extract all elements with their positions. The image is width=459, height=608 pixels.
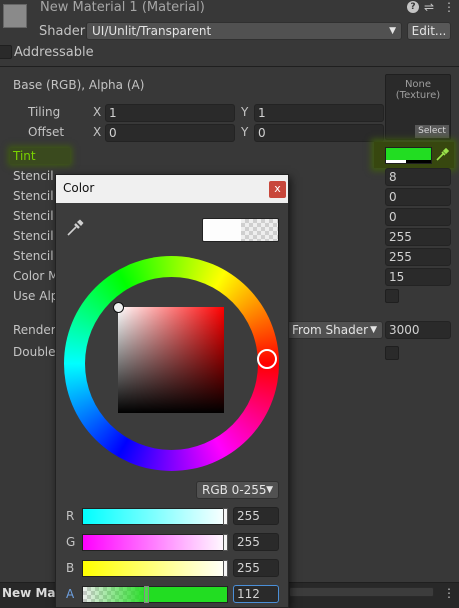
tiling-x-field[interactable]: 1 — [105, 104, 235, 122]
stencil-write-mask-field[interactable]: 255 — [385, 228, 451, 246]
b-value-field[interactable]: 255 — [233, 559, 279, 577]
render-queue-dropdown-value: From Shader — [292, 323, 369, 337]
tint-alpha-bar — [386, 160, 406, 163]
texture-label: Base (RGB), Alpha (A) — [13, 78, 145, 92]
chevron-down-icon: ▼ — [389, 26, 396, 36]
color-preview-solid — [203, 219, 241, 241]
a-slider-handle[interactable] — [144, 586, 149, 603]
stencil-op-label: Stencil — [13, 209, 54, 223]
double-sided-gi-label: Double — [13, 345, 56, 359]
close-button[interactable]: x — [269, 181, 286, 198]
a-value-field[interactable]: 112 — [233, 585, 279, 603]
preview-scrollbar[interactable] — [289, 587, 434, 597]
offset-x-field[interactable]: 0 — [105, 124, 235, 142]
a-channel-label: A — [66, 587, 75, 601]
g-channel-label: G — [66, 535, 76, 549]
tint-label: Tint — [13, 149, 36, 163]
g-value-field[interactable]: 255 — [233, 533, 279, 551]
eyedropper-icon[interactable] — [435, 147, 450, 162]
color-preview-swatch — [202, 218, 279, 242]
stencil-read-mask-field[interactable]: 255 — [385, 248, 451, 266]
close-icon: x — [274, 182, 281, 195]
addressable-label: Addressable — [14, 45, 94, 60]
sv-handle[interactable] — [113, 302, 124, 313]
color-picker-window: Color x RGB 0-255 ▼ R 255 G 255 B 255 A — [55, 174, 289, 608]
tint-alpha-bar-rest — [406, 160, 431, 163]
chevron-down-icon: ▼ — [370, 325, 377, 335]
b-slider[interactable] — [82, 560, 228, 577]
render-queue-dropdown[interactable]: From Shader ▼ — [286, 321, 383, 339]
stencil-comp-label: Stencil — [13, 169, 54, 183]
texture-slot[interactable]: None (Texture) Select — [385, 74, 451, 140]
tiling-label: Tiling — [28, 105, 61, 119]
color-preview-alpha — [241, 219, 278, 241]
r-value-field[interactable]: 255 — [233, 507, 279, 525]
tiling-y-field[interactable]: 1 — [254, 104, 384, 122]
render-queue-field[interactable]: 3000 — [385, 321, 451, 339]
shader-dropdown[interactable]: UI/Unlit/Transparent ▼ — [86, 22, 402, 40]
r-slider-handle[interactable] — [223, 508, 228, 525]
shader-label: Shader — [39, 24, 86, 39]
color-mask-label: Color M — [13, 269, 59, 283]
stencil-id-field[interactable]: 0 — [385, 188, 451, 206]
tiling-y-label: Y — [241, 105, 249, 119]
stencil-op-field[interactable]: 0 — [385, 208, 451, 226]
color-picker-titlebar[interactable]: Color x — [56, 175, 288, 203]
kebab-menu-icon[interactable]: ⋮ — [443, 0, 455, 14]
texture-select-button[interactable]: Select — [415, 125, 449, 138]
r-slider[interactable] — [82, 508, 228, 525]
use-alpha-clip-toggle[interactable] — [385, 289, 399, 303]
shader-dropdown-value: UI/Unlit/Transparent — [92, 24, 212, 38]
eyedropper-icon[interactable] — [66, 219, 84, 237]
stencil-read-mask-label: Stencil — [13, 249, 54, 263]
offset-x-label: X — [93, 125, 102, 139]
help-icon[interactable]: ? — [407, 1, 419, 13]
tint-color-swatch[interactable] — [385, 147, 432, 164]
offset-label: Offset — [28, 125, 65, 139]
use-alpha-clip-label: Use Alp — [13, 289, 59, 303]
material-title: New Material 1 (Material) — [40, 0, 205, 15]
color-mask-field[interactable]: 15 — [385, 268, 451, 286]
double-sided-gi-toggle[interactable] — [385, 346, 399, 360]
chevron-down-icon: ▼ — [266, 485, 273, 495]
edit-shader-button[interactable]: Edit... — [407, 22, 451, 40]
hue-handle[interactable] — [257, 349, 277, 369]
offset-y-label: Y — [241, 125, 249, 139]
g-slider-handle[interactable] — [223, 534, 228, 551]
material-icon — [3, 4, 27, 28]
kebab-menu-icon[interactable]: ⋮ — [443, 586, 455, 600]
stencil-write-mask-label: Stencil — [13, 229, 54, 243]
g-slider[interactable] — [82, 534, 228, 551]
addressable-toggle[interactable] — [0, 45, 12, 59]
texture-slot-text: None (Texture) — [395, 79, 441, 101]
stencil-comp-field[interactable]: 8 — [385, 168, 451, 186]
color-picker-title: Color — [63, 181, 95, 195]
r-channel-label: R — [66, 509, 75, 523]
stencil-id-label: Stencil — [13, 189, 54, 203]
b-channel-label: B — [66, 561, 75, 575]
b-slider-handle[interactable] — [223, 560, 228, 577]
color-mode-value: RGB 0-255 — [202, 483, 267, 497]
saturation-value-square[interactable] — [118, 307, 224, 413]
tiling-x-label: X — [93, 105, 102, 119]
offset-y-field[interactable]: 0 — [254, 124, 384, 142]
divider — [0, 66, 459, 67]
sliders-icon[interactable]: ⇌ — [424, 0, 434, 14]
color-mode-dropdown[interactable]: RGB 0-255 ▼ — [196, 481, 279, 499]
a-slider[interactable] — [82, 586, 228, 603]
render-queue-label: Render — [13, 323, 56, 337]
